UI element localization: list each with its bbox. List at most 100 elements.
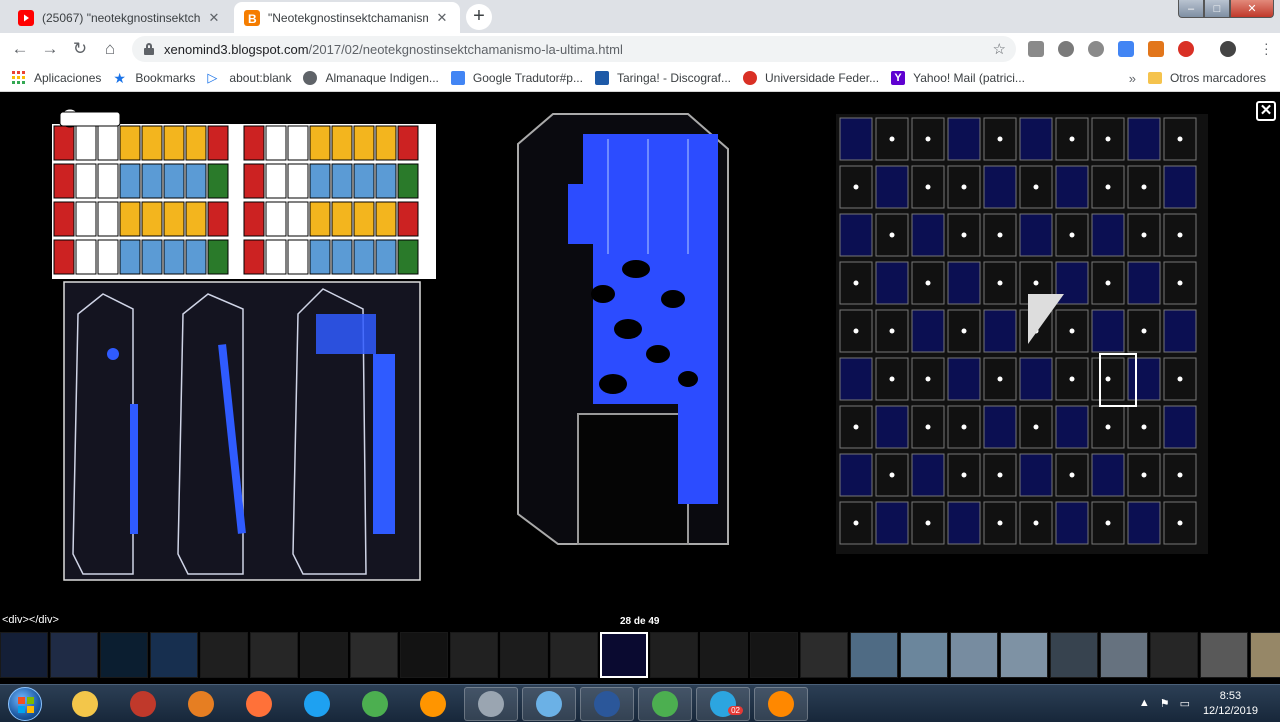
taskbar-calculator-button[interactable] (464, 687, 518, 721)
taskbar-paint-button[interactable] (522, 687, 576, 721)
thumbnail[interactable] (600, 632, 648, 678)
thumbnail[interactable] (350, 632, 398, 678)
url-host: xenomind3.blogspot.com (164, 41, 309, 57)
thumbnail[interactable] (0, 632, 48, 678)
address-bar[interactable]: xenomind3.blogspot.com/2017/02/neotekgno… (132, 36, 1016, 62)
reload-icon[interactable]: ↻ (68, 37, 92, 61)
menu-icon[interactable]: · · · (1264, 36, 1269, 60)
thumbnail[interactable] (1200, 632, 1248, 678)
metamask-icon[interactable] (1148, 41, 1164, 57)
close-lightbox-button[interactable]: ✕ (1256, 101, 1276, 121)
bookmark-yahoo-mail[interactable]: Y Yahoo! Mail (patrici... (891, 71, 1025, 85)
extension-icon[interactable] (1058, 41, 1074, 57)
chrome-icon (362, 691, 388, 717)
bookmark-label: Google Tradutor#p... (472, 71, 583, 85)
thumbnail[interactable] (950, 632, 998, 678)
other-bookmarks-folder[interactable]: Otros marcadores (1147, 71, 1266, 85)
taskbar-vlc-button[interactable] (754, 687, 808, 721)
bookmark-label: about:blank (229, 71, 292, 85)
thumbnail[interactable] (150, 632, 198, 678)
taskbar-firefox-2-button[interactable] (406, 687, 460, 721)
bookmark-about-blank[interactable]: ▷ about:blank (207, 70, 292, 86)
bookmarks-bar: Aplicaciones ★ Bookmarks ▷ about:blank A… (0, 65, 1280, 92)
action-center-flag-icon[interactable]: ⚑ (1160, 697, 1170, 710)
yahoo-icon: Y (891, 71, 906, 85)
thumbnail[interactable] (450, 632, 498, 678)
bookmark-universidade[interactable]: Universidade Feder... (743, 71, 879, 85)
new-tab-button[interactable]: + (466, 4, 492, 30)
thumbnail[interactable] (1150, 632, 1198, 678)
adblock-icon[interactable] (1178, 41, 1194, 57)
bookmark-almanaque[interactable]: Almanaque Indigen... (303, 71, 439, 85)
word-icon (594, 691, 620, 717)
play-icon: ▷ (207, 70, 218, 85)
taskbar-chrome-running-button[interactable] (638, 687, 692, 721)
close-tab-icon[interactable]: ✕ (434, 10, 450, 26)
thumbnail[interactable] (850, 632, 898, 678)
thumbnail[interactable] (300, 632, 348, 678)
close-tab-icon[interactable]: ✕ (206, 10, 222, 26)
thumbnail[interactable] (700, 632, 748, 678)
bookmark-label: Bookmarks (135, 71, 196, 85)
close-window-button[interactable]: ✕ (1230, 0, 1274, 18)
home-icon[interactable]: ⌂ (98, 37, 122, 61)
thumbnail[interactable] (400, 632, 448, 678)
internet-explorer-icon (304, 691, 330, 717)
show-hidden-icons[interactable]: ▲ (1139, 697, 1150, 710)
bookmark-apps[interactable]: Aplicaciones (12, 71, 101, 85)
star-icon: ★ (113, 70, 126, 86)
thumbnail[interactable] (50, 632, 98, 678)
image-counter: 28 de 49 (620, 616, 660, 627)
forward-icon[interactable]: → (38, 37, 62, 61)
image-panel-middle (517, 113, 729, 545)
bookmark-bookmarks[interactable]: ★ Bookmarks (113, 71, 195, 85)
network-icon[interactable]: ▭ (1180, 697, 1190, 710)
thumbnail[interactable] (1100, 632, 1148, 678)
thumbnail[interactable] (650, 632, 698, 678)
taskbar-chrome-button[interactable] (348, 687, 402, 721)
thumbnail[interactable] (1250, 632, 1280, 678)
taskbar-app-2-button[interactable] (116, 687, 170, 721)
thumbnail[interactable] (100, 632, 148, 678)
bookmark-google-translate[interactable]: Google Tradutor#p... (450, 71, 583, 85)
thumbnail[interactable] (500, 632, 548, 678)
thumbnail[interactable] (1000, 632, 1048, 678)
tab-youtube[interactable]: (25067) "neotekgnostinsektcham ✕ (8, 2, 232, 33)
thumbnail[interactable] (250, 632, 298, 678)
bookmarks-overflow-button[interactable]: » (1129, 71, 1136, 86)
taskbar-word-button[interactable] (580, 687, 634, 721)
bookmark-label: Almanaque Indigen... (325, 71, 439, 85)
translate-extension-icon[interactable] (1118, 41, 1134, 57)
window-controls: – □ ✕ (1178, 0, 1274, 18)
thumbnail[interactable] (800, 632, 848, 678)
thumbnail[interactable] (900, 632, 948, 678)
back-icon[interactable]: ← (8, 37, 32, 61)
start-button[interactable] (8, 687, 42, 721)
firefox-icon (246, 691, 272, 717)
file-explorer-icon (72, 691, 98, 717)
bookmark-label: Universidade Feder... (765, 71, 880, 85)
thumbnail[interactable] (1050, 632, 1098, 678)
media-player-icon (188, 691, 214, 717)
taskbar-internet-explorer-button[interactable] (290, 687, 344, 721)
paint-icon (536, 691, 562, 717)
tab-blog[interactable]: B "Neotekgnostinsektchamanismo ✕ (234, 2, 460, 33)
bookmark-label: Aplicaciones (34, 71, 102, 85)
minimize-button[interactable]: – (1178, 0, 1204, 18)
thumbnail[interactable] (550, 632, 598, 678)
svg-text:B: B (248, 12, 257, 26)
taskbar-firefox-button[interactable] (232, 687, 286, 721)
taskbar-telegram-button[interactable]: 02 (696, 687, 750, 721)
taskbar-file-explorer-button[interactable] (58, 687, 112, 721)
taskbar-media-player-button[interactable] (174, 687, 228, 721)
lightbox-image (52, 108, 1208, 581)
bookmark-star-icon[interactable]: ☆ (993, 40, 1006, 58)
extension-icon[interactable] (1088, 41, 1104, 57)
thumbnail[interactable] (200, 632, 248, 678)
clock[interactable]: 8:53 12/12/2019 (1203, 689, 1258, 719)
profile-avatar[interactable] (1220, 41, 1236, 57)
thumbnail[interactable] (750, 632, 798, 678)
extension-icon[interactable] (1028, 41, 1044, 57)
bookmark-taringa[interactable]: Taringa! - Discograf... (594, 71, 731, 85)
maximize-button[interactable]: □ (1204, 0, 1230, 18)
